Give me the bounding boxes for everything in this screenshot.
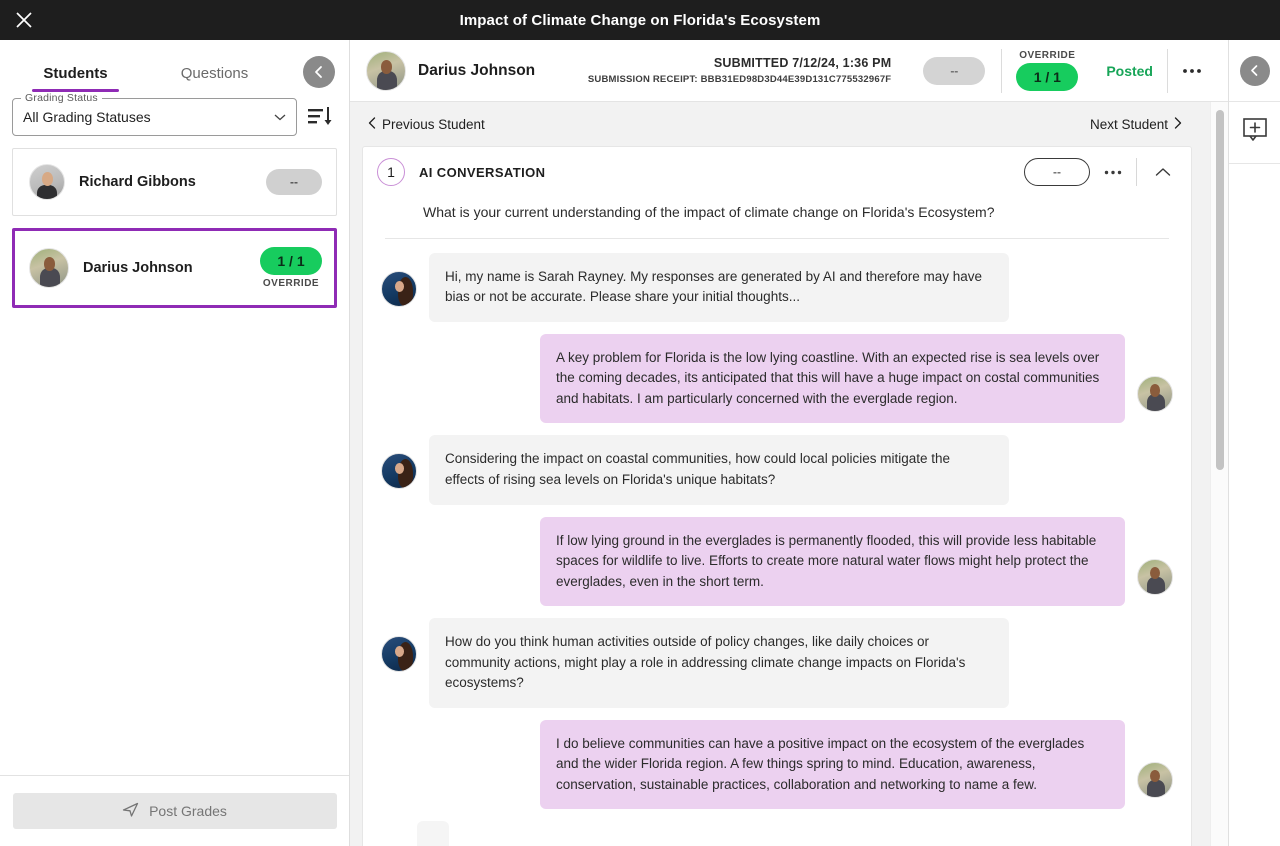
message-bubble: Hi, my name is Sarah Rayney. My response… — [429, 252, 1009, 322]
student-card-darius-johnson[interactable]: Darius Johnson 1 / 1 OVERRIDE — [12, 228, 337, 308]
chevron-right-icon — [1174, 116, 1182, 132]
previous-student-link[interactable]: Previous Student — [368, 117, 485, 132]
avatar-darius-johnson — [1137, 375, 1173, 412]
content-wrap: Previous Student Next Student 1 AI CONVE… — [350, 102, 1228, 846]
title-bar: Impact of Climate Change on Florida's Ec… — [0, 0, 1280, 40]
question-number: 1 — [377, 158, 405, 186]
student-list: Richard Gibbons -- Darius Johnson 1 / 1 … — [0, 148, 349, 775]
chevron-down-icon — [274, 108, 286, 126]
avatar-ai-sarah-rayney — [381, 636, 417, 673]
avatar-darius-johnson — [1137, 558, 1173, 595]
chevron-left-icon[interactable] — [303, 56, 335, 88]
more-options-icon[interactable] — [1168, 68, 1214, 74]
student-name: Darius Johnson — [83, 260, 193, 276]
grading-status-filter-row: Grading Status All Grading Statuses — [0, 92, 349, 148]
message-bubble: How do you think human activities outsid… — [429, 618, 1009, 708]
avatar-richard-gibbons — [29, 164, 65, 200]
override-score-badge[interactable]: 1 / 1 — [1016, 63, 1079, 91]
page-title: Impact of Climate Change on Florida's Ec… — [459, 11, 821, 29]
grade-pill-wrap: -- — [907, 56, 1001, 85]
more-options-icon[interactable] — [1090, 170, 1136, 175]
add-comment-icon — [1242, 117, 1268, 148]
right-rail — [1228, 40, 1280, 846]
scrollbar-thumb[interactable] — [1216, 110, 1224, 470]
grading-status-label: Grading Status — [21, 92, 102, 104]
collapse-panel-button[interactable] — [1229, 40, 1280, 102]
student-score-holder: 1 / 1 OVERRIDE — [260, 247, 322, 289]
chevron-up-icon[interactable] — [1137, 167, 1181, 177]
message-bubble: Considering the impact on coastal commun… — [429, 435, 1009, 505]
question-title: AI CONVERSATION — [419, 164, 546, 180]
next-student-link[interactable]: Next Student — [1090, 117, 1182, 132]
student-name: Richard Gibbons — [79, 174, 196, 190]
add-comment-button[interactable] — [1229, 102, 1280, 164]
override-score-group: OVERRIDE 1 / 1 — [1002, 50, 1092, 91]
submitted-timestamp: SUBMITTED 7/12/24, 1:36 PM — [713, 56, 892, 70]
posted-status: Posted — [1106, 62, 1153, 79]
question-prompt: What is your current understanding of th… — [423, 204, 995, 220]
conversation-message: Hi, my name is Sarah Rayney. My response… — [381, 252, 1173, 322]
override-label: OVERRIDE — [262, 278, 320, 289]
panel-tabs: Students Questions — [0, 40, 349, 92]
submission-meta: SUBMITTED 7/12/24, 1:36 PM SUBMISSION RE… — [588, 56, 907, 85]
avatar-ai-sarah-rayney — [381, 270, 417, 307]
conversation-message: How do you think human activities outsid… — [381, 618, 1173, 708]
conversation-thread: Hi, my name is Sarah Rayney. My response… — [363, 239, 1191, 846]
question-header-actions: -- — [1024, 158, 1181, 186]
submission-header: Darius Johnson SUBMITTED 7/12/24, 1:36 P… — [350, 40, 1228, 102]
tab-students[interactable]: Students — [6, 65, 145, 92]
override-label: OVERRIDE — [1019, 50, 1076, 61]
conversation-message-partial — [381, 821, 1173, 846]
submission-student-name: Darius Johnson — [418, 61, 536, 79]
sort-descending-icon[interactable] — [305, 102, 335, 132]
student-card-richard-gibbons[interactable]: Richard Gibbons -- — [12, 148, 337, 216]
grading-status-select[interactable]: Grading Status All Grading Statuses — [12, 92, 297, 136]
grading-status-value: All Grading Statuses — [23, 109, 151, 125]
status-badge: 1 / 1 — [260, 247, 322, 275]
conversation-message: A key problem for Florida is the low lyi… — [381, 333, 1173, 424]
vertical-scrollbar[interactable] — [1210, 102, 1228, 846]
tab-questions[interactable]: Questions — [145, 65, 284, 92]
message-bubble: If low lying ground in the everglades is… — [540, 516, 1125, 607]
student-navigation: Previous Student Next Student — [360, 102, 1194, 146]
conversation-message: Considering the impact on coastal commun… — [381, 435, 1173, 505]
next-student-label: Next Student — [1089, 116, 1168, 132]
students-panel: Students Questions Grading Status All Gr… — [0, 40, 350, 846]
avatar-darius-johnson — [366, 50, 406, 91]
question-header: 1 AI CONVERSATION -- — [363, 147, 1191, 197]
submission-student: Darius Johnson — [366, 50, 536, 91]
chevron-left-icon — [1239, 55, 1270, 86]
avatar-darius-johnson — [1137, 761, 1173, 798]
post-grades-footer: Post Grades — [0, 775, 349, 846]
previous-student-label: Previous Student — [382, 116, 485, 132]
question-card: 1 AI CONVERSATION -- What is your curren… — [362, 146, 1192, 846]
message-bubble: I do believe communities can have a posi… — [540, 719, 1125, 810]
close-icon[interactable] — [4, 0, 44, 40]
submission-content: Previous Student Next Student 1 AI CONVE… — [350, 102, 1210, 846]
submission-receipt: SUBMISSION RECEIPT: BBB31ED98D3D44E39D13… — [587, 74, 892, 85]
avatar-ai-sarah-rayney — [381, 453, 417, 490]
grading-app: Impact of Climate Change on Florida's Ec… — [0, 0, 1280, 846]
status-badge: -- — [266, 169, 322, 195]
question-score-pill[interactable]: -- — [1024, 158, 1090, 186]
grade-input-pill[interactable]: -- — [923, 56, 986, 85]
conversation-message: If low lying ground in the everglades is… — [381, 516, 1173, 607]
message-bubble: A key problem for Florida is the low lyi… — [540, 333, 1125, 424]
send-icon — [122, 801, 139, 821]
post-grades-button[interactable]: Post Grades — [12, 793, 337, 829]
post-grades-label: Post Grades — [149, 803, 227, 819]
avatar-darius-johnson — [29, 248, 69, 288]
student-score-holder: -- — [266, 169, 322, 195]
app-body: Students Questions Grading Status All Gr… — [0, 40, 1280, 846]
main-region: Darius Johnson SUBMITTED 7/12/24, 1:36 P… — [350, 40, 1228, 846]
conversation-message: I do believe communities can have a posi… — [381, 719, 1173, 810]
chevron-left-icon — [368, 116, 376, 132]
